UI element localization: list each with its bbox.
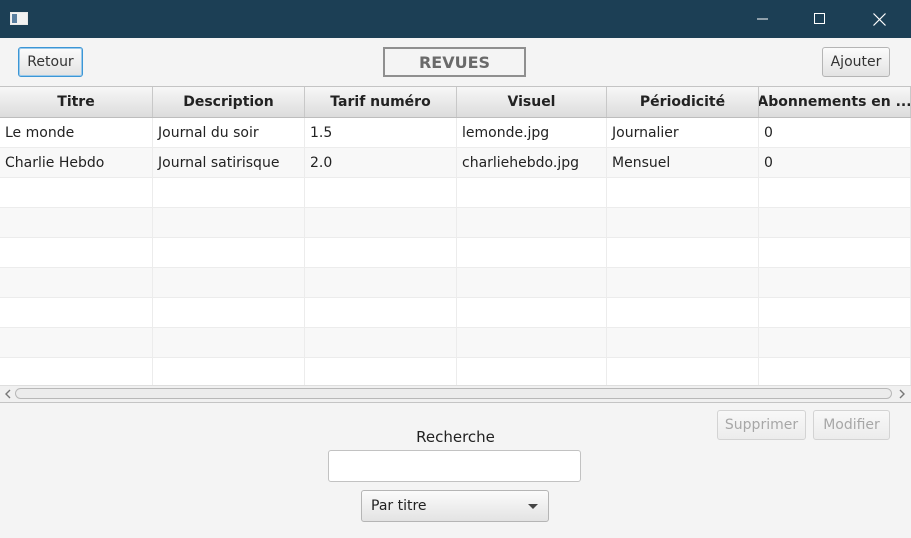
empty-row bbox=[0, 358, 911, 388]
add-button[interactable]: Ajouter bbox=[822, 47, 890, 77]
cell-abonnements: 0 bbox=[759, 118, 911, 147]
cell-titre: Charlie Hebdo bbox=[0, 148, 153, 177]
cell-abonnements: 0 bbox=[759, 148, 911, 177]
search-mode-select[interactable]: Par titre bbox=[361, 490, 549, 522]
empty-row bbox=[0, 268, 911, 298]
title-bar bbox=[0, 0, 911, 38]
table-body: Le monde Journal du soir 1.5 lemonde.jpg… bbox=[0, 118, 911, 388]
cell-titre: Le monde bbox=[0, 118, 153, 147]
cell-visuel: charliehebdo.jpg bbox=[457, 148, 607, 177]
search-label: Recherche bbox=[416, 428, 495, 446]
app-icon bbox=[10, 12, 28, 25]
cell-periodicite: Journalier bbox=[607, 118, 759, 147]
column-header-tarif[interactable]: Tarif numéro bbox=[305, 87, 457, 117]
scrollbar-thumb[interactable] bbox=[15, 388, 892, 399]
column-header-description[interactable]: Description bbox=[153, 87, 305, 117]
back-button[interactable]: Retour bbox=[18, 47, 83, 77]
cell-description: Journal du soir bbox=[153, 118, 305, 147]
table-row[interactable]: Le monde Journal du soir 1.5 lemonde.jpg… bbox=[0, 118, 911, 148]
empty-row bbox=[0, 178, 911, 208]
empty-row bbox=[0, 238, 911, 268]
cell-visuel: lemonde.jpg bbox=[457, 118, 607, 147]
chevron-down-icon bbox=[528, 504, 538, 509]
minimize-icon bbox=[757, 18, 768, 20]
cell-tarif: 1.5 bbox=[305, 118, 457, 147]
column-header-visuel[interactable]: Visuel bbox=[457, 87, 607, 117]
cell-tarif: 2.0 bbox=[305, 148, 457, 177]
page-title: REVUES bbox=[383, 47, 526, 77]
close-button[interactable] bbox=[856, 0, 902, 38]
horizontal-scrollbar[interactable] bbox=[0, 385, 911, 402]
cell-periodicite: Mensuel bbox=[607, 148, 759, 177]
search-mode-value: Par titre bbox=[371, 498, 427, 514]
revues-table[interactable]: Titre Description Tarif numéro Visuel Pé… bbox=[0, 86, 911, 403]
table-row[interactable]: Charlie Hebdo Journal satirisque 2.0 cha… bbox=[0, 148, 911, 178]
column-header-titre[interactable]: Titre bbox=[0, 87, 153, 117]
table-header: Titre Description Tarif numéro Visuel Pé… bbox=[0, 87, 911, 118]
scroll-right-icon[interactable] bbox=[897, 389, 907, 399]
column-header-abonnements[interactable]: Abonnements en ... bbox=[759, 87, 911, 117]
maximize-button[interactable] bbox=[797, 0, 843, 38]
close-icon bbox=[872, 12, 886, 26]
cell-description: Journal satirisque bbox=[153, 148, 305, 177]
empty-row bbox=[0, 298, 911, 328]
empty-row bbox=[0, 328, 911, 358]
minimize-button[interactable] bbox=[740, 0, 786, 38]
main-content: Retour REVUES Ajouter Titre Description … bbox=[0, 38, 911, 538]
column-header-periodicite[interactable]: Périodicité bbox=[607, 87, 759, 117]
scroll-left-icon[interactable] bbox=[3, 389, 13, 399]
empty-row bbox=[0, 208, 911, 238]
maximize-icon bbox=[814, 13, 825, 24]
search-input[interactable] bbox=[328, 450, 581, 482]
